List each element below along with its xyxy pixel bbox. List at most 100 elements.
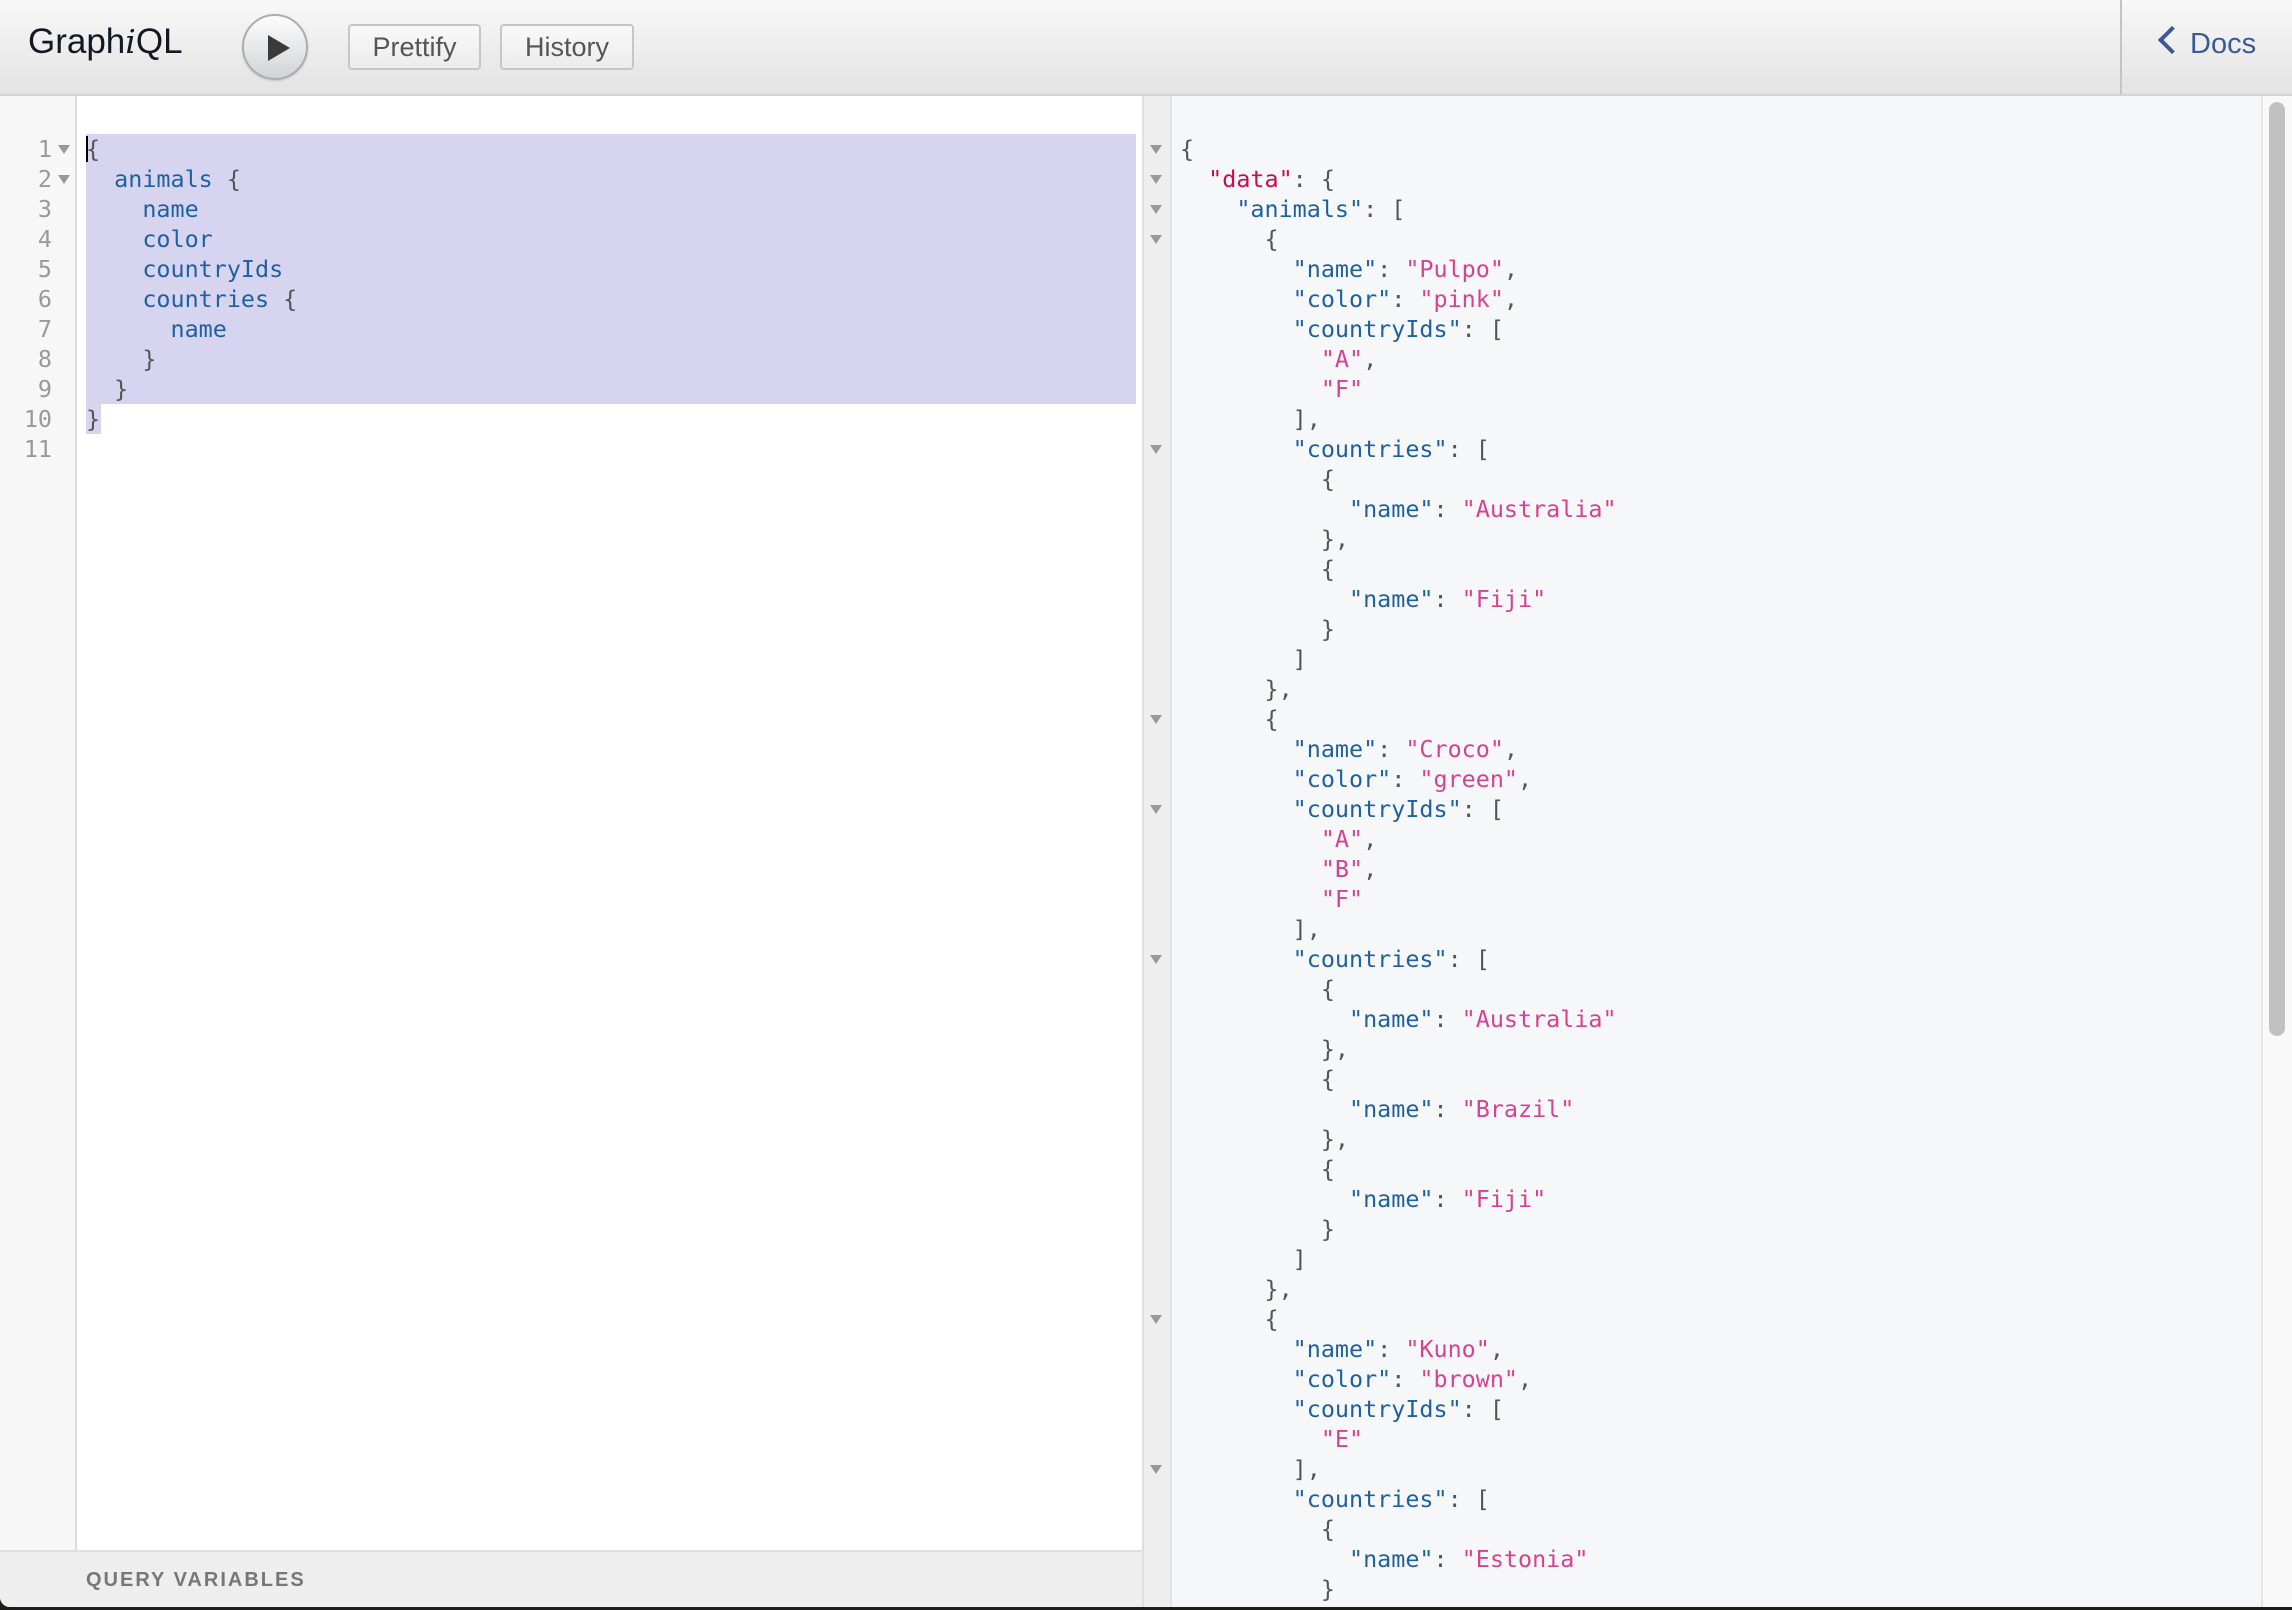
fold-gutter-row [1144, 164, 1172, 194]
result-token: { [1180, 1065, 1335, 1093]
fold-arrow-icon[interactable] [58, 145, 70, 154]
fold-gutter-row [1144, 134, 1172, 164]
result-line: "name": "Croco", [1180, 734, 1617, 764]
fold-arrow-icon[interactable] [1150, 715, 1162, 724]
query-editor[interactable]: 1 2 3 4 5 6 7 8 9 10 11 { animals { name color cou… [0, 96, 1144, 1550]
fold-gutter-row [1144, 1334, 1172, 1364]
line-number-text: 5 [37, 255, 52, 283]
title-suffix: QL [135, 22, 183, 61]
result-line: { [1180, 464, 1617, 494]
title-italic: i [125, 22, 136, 61]
result-line: "countryIds": [ [1180, 1394, 1617, 1424]
result-token [1180, 885, 1321, 913]
result-token: "Australia" [1461, 1005, 1617, 1033]
result-token: }, [1180, 1125, 1349, 1153]
result-line: "A", [1180, 344, 1617, 374]
docs-area: Docs [2120, 0, 2292, 94]
prettify-button[interactable]: Prettify [348, 24, 481, 70]
result-line: }, [1180, 1124, 1617, 1154]
result-scrollbar[interactable] [2261, 96, 2292, 1607]
result-line: "countries": [ [1180, 434, 1617, 464]
fold-gutter-row [1144, 1514, 1172, 1544]
result-token: : [ [1461, 315, 1504, 343]
docs-button[interactable]: Docs [2156, 25, 2256, 61]
result-token: "green" [1419, 765, 1518, 793]
query-line: animals { [86, 164, 297, 194]
fold-arrow-icon[interactable] [1150, 1315, 1162, 1324]
result-line: { [1180, 134, 1617, 164]
history-button[interactable]: History [500, 24, 634, 70]
query-token [86, 225, 142, 253]
result-token: , [1489, 1335, 1504, 1363]
query-token [86, 285, 142, 313]
query-line: color [86, 224, 297, 254]
fold-gutter-row [1144, 314, 1172, 344]
fold-arrow-icon[interactable] [1150, 955, 1162, 964]
result-token: } [1180, 615, 1335, 643]
query-token: } [86, 405, 101, 433]
line-numbers: 1 2 3 4 5 6 7 8 9 10 11 [0, 134, 70, 464]
fold-gutter-row [1144, 374, 1172, 404]
fold-arrow-icon[interactable] [1150, 175, 1162, 184]
result-token: : [1433, 1095, 1462, 1123]
result-fold-markers [1144, 134, 1172, 1604]
query-code[interactable]: { animals { name color countryIds countr… [86, 134, 297, 464]
result-token [1180, 435, 1293, 463]
result-line: ], [1180, 404, 1617, 434]
fold-gutter-row [1144, 524, 1172, 554]
query-token: { [269, 285, 298, 313]
result-token: "countryIds" [1292, 795, 1462, 823]
result-line: "F" [1180, 374, 1617, 404]
scrollbar-thumb[interactable] [2269, 102, 2285, 1036]
result-token: "name" [1349, 1095, 1434, 1123]
fold-arrow-icon[interactable] [1150, 1465, 1162, 1474]
fold-gutter-row [1144, 1034, 1172, 1064]
result-line: "color": "pink", [1180, 284, 1617, 314]
fold-arrow-icon[interactable] [1150, 235, 1162, 244]
text-cursor [86, 136, 88, 162]
result-token: : [ [1447, 435, 1490, 463]
query-token [86, 165, 114, 193]
fold-gutter-row [1144, 1304, 1172, 1334]
result-token: : [1433, 495, 1462, 523]
fold-gutter-row [1144, 254, 1172, 284]
result-token: "Croco" [1405, 735, 1504, 763]
line-number: 3 [0, 194, 52, 224]
result-token: "name" [1349, 1185, 1434, 1213]
result-token: "name" [1292, 255, 1378, 283]
result-line: }, [1180, 1274, 1617, 1304]
line-number-text: 2 [37, 165, 52, 193]
result-token: , [1518, 1365, 1533, 1393]
chevron-left-icon [2157, 25, 2187, 55]
fold-arrow-icon[interactable] [1150, 145, 1162, 154]
result-token: }, [1180, 1275, 1293, 1303]
line-number: 11 [0, 434, 52, 464]
execute-query-button[interactable] [242, 14, 308, 80]
fold-arrow-icon[interactable] [1150, 445, 1162, 454]
result-token: "Brazil" [1461, 1095, 1575, 1123]
query-variables-bar[interactable]: QUERY VARIABLES [0, 1550, 1144, 1607]
line-number-text: 1 [37, 135, 52, 163]
fold-gutter-row [1144, 1364, 1172, 1394]
result-line: "name": "Fiji" [1180, 1184, 1617, 1214]
line-number: 9 [0, 374, 52, 404]
result-token: , [1503, 285, 1519, 313]
fold-arrow-icon[interactable] [1150, 205, 1162, 214]
fold-arrow-icon[interactable] [1150, 805, 1162, 814]
fold-gutter-row [1144, 1184, 1172, 1214]
line-number: 10 [0, 404, 52, 434]
result-token [1180, 1545, 1349, 1573]
fold-gutter-row [1144, 584, 1172, 614]
result-line: ], [1180, 914, 1617, 944]
line-number: 1 [0, 134, 70, 164]
result-token: "A" [1320, 345, 1364, 373]
result-token: : [1391, 285, 1420, 313]
query-line: } [86, 374, 297, 404]
line-number: 5 [0, 254, 52, 284]
result-pane: { "data": { "animals": [ { "name": "Pulp… [1144, 96, 2292, 1607]
fold-arrow-icon[interactable] [58, 175, 70, 184]
query-token: countryIds [142, 255, 284, 283]
result-token: "name" [1349, 1545, 1434, 1573]
query-token [86, 255, 142, 283]
fold-gutter-row [1144, 1484, 1172, 1514]
